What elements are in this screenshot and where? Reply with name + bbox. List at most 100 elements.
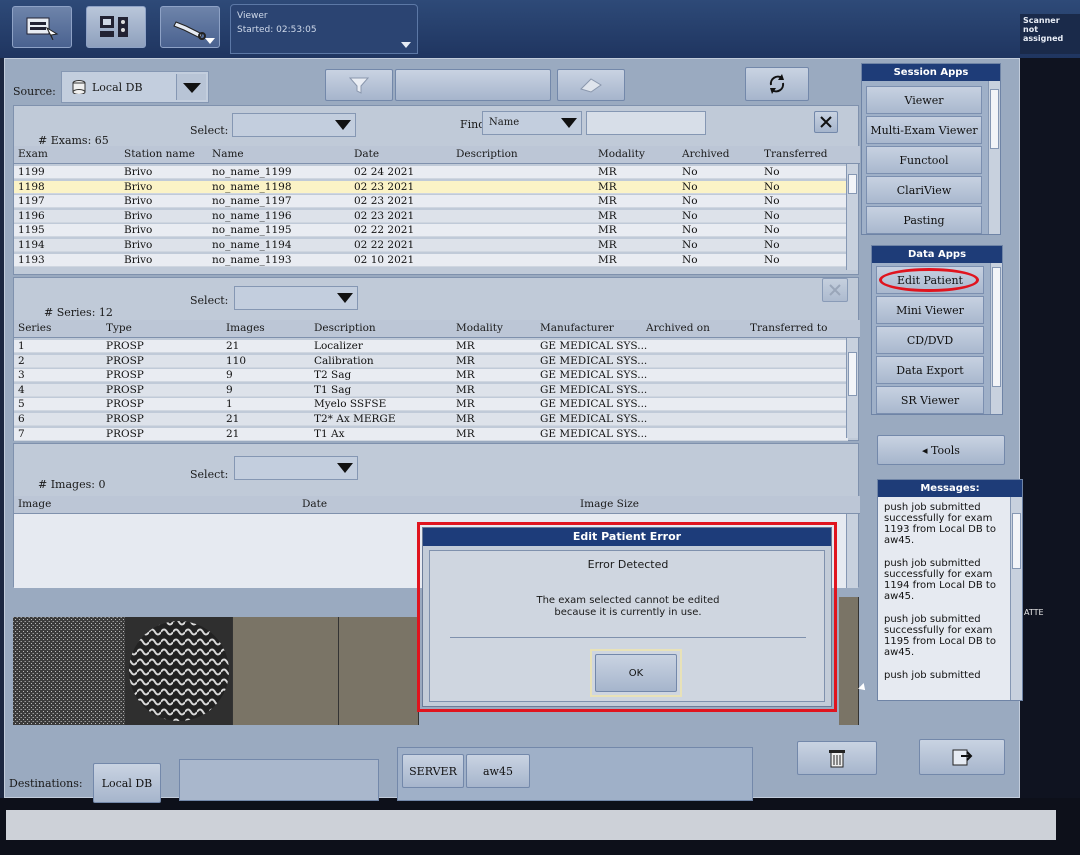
app-sr-viewer-button[interactable]: SR Viewer <box>876 386 984 414</box>
cell: 1193 <box>18 253 45 266</box>
cell: MR <box>598 166 617 178</box>
series-select-label: Select: <box>190 294 229 307</box>
app-viewer-button[interactable]: Viewer <box>866 86 982 114</box>
col-modality[interactable]: Modality <box>598 148 645 160</box>
exam-row[interactable]: 1196 Brivo no_name_1196 02 23 2021 MR No No <box>14 209 848 223</box>
col-name[interactable]: Name <box>212 148 244 160</box>
col-transferred-to[interactable]: Transferred to <box>750 322 827 334</box>
thumbnail-noise[interactable] <box>13 617 125 725</box>
clear-find-button[interactable] <box>814 111 838 133</box>
series-row[interactable]: 6 PROSP 21 T2* Ax MERGE MR GE MEDICAL SYS... <box>14 413 848 426</box>
col-image-date[interactable]: Date <box>302 498 327 510</box>
delete-button[interactable] <box>797 741 877 775</box>
col-date[interactable]: Date <box>354 148 379 160</box>
source-dropdown-button[interactable] <box>176 74 206 100</box>
cell: PROSP <box>106 369 144 382</box>
cell: 1197 <box>18 195 45 208</box>
exam-row[interactable]: 1199 Brivo no_name_1199 02 24 2021 MR No No <box>14 166 848 179</box>
cell: GE MEDICAL SYS... <box>540 340 648 352</box>
cell: 1 <box>226 398 233 411</box>
cell: 9 <box>226 383 233 396</box>
col-type[interactable]: Type <box>106 322 132 334</box>
image-select-dropdown[interactable] <box>234 456 358 480</box>
series-row[interactable]: 1 PROSP 21 Localizer MR GE MEDICAL SYS... <box>14 340 848 353</box>
tools-mode-button[interactable] <box>160 6 220 48</box>
export-button[interactable] <box>919 739 1005 775</box>
eraser-button[interactable] <box>557 69 625 101</box>
cell: No <box>682 209 698 222</box>
viewer-task-tab[interactable]: Viewer Started: 02:53:05 <box>230 4 418 54</box>
refresh-button[interactable] <box>745 67 809 101</box>
cell: GE MEDICAL SYS... <box>540 427 648 440</box>
col-manufacturer[interactable]: Manufacturer <box>540 322 614 334</box>
exam-row[interactable]: 1193 Brivo no_name_1193 02 10 2021 MR No No <box>14 253 848 267</box>
app-cd-dvd-button[interactable]: CD/DVD <box>876 326 984 354</box>
app-edit-patient-button[interactable]: Edit Patient <box>876 266 984 294</box>
app-functool-button[interactable]: Functool <box>866 146 982 174</box>
tools-button[interactable]: ◂ Tools <box>877 435 1005 465</box>
series-row[interactable]: 4 PROSP 9 T1 Sag MR GE MEDICAL SYS... <box>14 383 848 397</box>
series-table-body: 1 PROSP 21 Localizer MR GE MEDICAL SYS... 2 PRO… <box>14 340 848 441</box>
messages-panel: Messages: push job submitted successfull… <box>877 479 1023 701</box>
exam-scrollbar[interactable] <box>846 164 858 270</box>
exam-row[interactable]: 1198 Brivo no_name_1198 02 23 2021 MR No No <box>14 180 848 194</box>
exam-row[interactable]: 1194 Brivo no_name_1194 02 22 2021 MR No No <box>14 239 848 252</box>
image-scrollbar[interactable] <box>846 514 858 588</box>
cell: no_name_1195 <box>212 224 292 237</box>
server-button[interactable]: SERVER <box>402 754 464 788</box>
thumbnail-calibration[interactable] <box>125 617 233 725</box>
col-description[interactable]: Description <box>456 148 518 160</box>
messages-list: push job submitted successfully for exam… <box>884 502 1008 681</box>
col-archived[interactable]: Archived <box>682 148 729 160</box>
series-row[interactable]: 3 PROSP 9 T2 Sag MR GE MEDICAL SYS... <box>14 369 848 383</box>
cell: PROSP <box>106 398 144 411</box>
app-clariview-button[interactable]: ClariView <box>866 176 982 204</box>
scanner-mode-button[interactable] <box>12 6 72 48</box>
data-mode-button[interactable] <box>86 6 146 48</box>
series-select-dropdown[interactable] <box>234 286 358 310</box>
series-scrollbar[interactable] <box>846 338 858 438</box>
col-image-size[interactable]: Image Size <box>580 498 639 510</box>
image-select-label: Select: <box>190 468 229 481</box>
cell: no_name_1198 <box>212 180 292 193</box>
ok-button[interactable]: OK <box>595 654 677 692</box>
session-apps-scrollbar[interactable] <box>988 81 1000 234</box>
aw45-button[interactable]: aw45 <box>466 754 530 788</box>
col-exam[interactable]: Exam <box>18 148 48 160</box>
exam-row[interactable]: 1197 Brivo no_name_1197 02 23 2021 MR No No <box>14 195 848 209</box>
col-archived-on[interactable]: Archived on <box>646 322 710 334</box>
exam-select-dropdown[interactable] <box>232 113 356 137</box>
app-data-export-button[interactable]: Data Export <box>876 356 984 384</box>
series-row[interactable]: 2 PROSP 110 Calibration MR GE MEDICAL SYS... <box>14 354 848 368</box>
source-select[interactable]: Local DB <box>61 71 209 103</box>
col-images[interactable]: Images <box>226 322 265 334</box>
thumbnail-empty-2[interactable] <box>339 617 419 725</box>
app-pasting-button[interactable]: Pasting <box>866 206 982 234</box>
find-field-select[interactable]: Name <box>482 111 582 135</box>
thumbnail-empty-1[interactable] <box>233 617 339 725</box>
cell: MR <box>456 383 475 396</box>
filter-button[interactable] <box>325 69 393 101</box>
col-series-modality[interactable]: Modality <box>456 322 503 334</box>
cell: MR <box>598 209 617 222</box>
series-row[interactable]: 5 PROSP 1 Myelo SSFSE MR GE MEDICAL SYS... <box>14 398 848 412</box>
cell: No <box>764 209 780 222</box>
messages-scrollbar[interactable] <box>1010 497 1022 700</box>
col-series[interactable]: Series <box>18 322 51 334</box>
col-image[interactable]: Image <box>18 498 51 510</box>
exam-row[interactable]: 1195 Brivo no_name_1195 02 22 2021 MR No No <box>14 224 848 238</box>
thumbnail-empty-3[interactable] <box>839 597 859 725</box>
col-transferred[interactable]: Transferred <box>764 148 828 160</box>
destination-local-db-button[interactable]: Local DB <box>93 763 161 803</box>
data-apps-scrollbar[interactable] <box>990 263 1002 414</box>
app-multi-exam-viewer-button[interactable]: Multi-Exam Viewer <box>866 116 982 144</box>
col-station-name[interactable]: Station name <box>124 148 195 160</box>
find-input[interactable] <box>586 111 706 135</box>
cell: 4 <box>18 383 25 396</box>
filter-field[interactable] <box>395 69 551 101</box>
app-mini-viewer-button[interactable]: Mini Viewer <box>876 296 984 324</box>
cell: no_name_1193 <box>212 253 292 266</box>
col-series-description[interactable]: Description <box>314 322 376 334</box>
series-clear-button[interactable] <box>822 278 848 302</box>
series-row[interactable]: 7 PROSP 21 T1 Ax MR GE MEDICAL SYS... <box>14 427 848 441</box>
